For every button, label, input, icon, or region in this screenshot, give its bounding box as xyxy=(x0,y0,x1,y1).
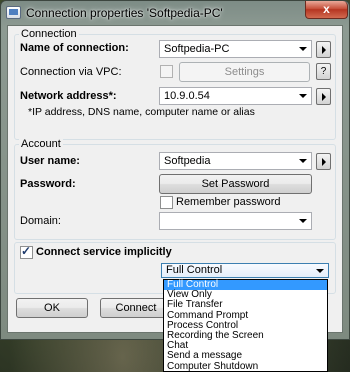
connect-button[interactable]: Connect xyxy=(100,298,172,318)
remember-password-label: Remember password xyxy=(176,196,281,208)
network-address-value: 10.9.0.54 xyxy=(164,90,210,102)
account-group-label: Account xyxy=(19,138,63,150)
vpc-label: Connection via VPC: xyxy=(20,66,122,78)
chevron-down-icon xyxy=(316,269,324,273)
set-password-button[interactable]: Set Password xyxy=(159,174,312,194)
user-name-more-button[interactable] xyxy=(316,153,331,170)
connection-name-value: Softpedia-PC xyxy=(164,43,230,55)
domain-combo[interactable] xyxy=(159,212,312,230)
checkmark-icon: ✓ xyxy=(21,244,32,258)
service-combo[interactable]: Full Control xyxy=(161,263,329,278)
domain-label: Domain: xyxy=(20,215,61,227)
connection-name-more-button[interactable] xyxy=(316,41,331,58)
network-address-hint: *IP address, DNS name, computer name or … xyxy=(28,106,255,118)
connection-name-combo[interactable]: Softpedia-PC xyxy=(159,40,312,58)
chevron-down-icon xyxy=(299,94,307,98)
connect-implicitly-label: Connect service implicitly xyxy=(36,246,172,258)
connect-implicitly-checkbox[interactable]: ✓ xyxy=(20,244,33,259)
network-address-combo[interactable]: 10.9.0.54 xyxy=(159,87,312,105)
help-button[interactable]: ? xyxy=(316,63,331,80)
user-name-combo[interactable]: Softpedia xyxy=(159,152,312,170)
user-name-label: User name: xyxy=(20,155,80,167)
chevron-down-icon xyxy=(299,219,307,223)
service-option-recording-screen[interactable]: Recording the Screen xyxy=(164,330,327,341)
service-option-computer-shutdown[interactable]: Computer Shutdown xyxy=(164,361,327,372)
title-bar[interactable]: Connection properties 'Softpedia-PC' x xyxy=(1,1,349,25)
vpc-settings-button[interactable]: Settings xyxy=(179,62,310,82)
arrow-right-icon xyxy=(322,93,326,101)
network-address-more-button[interactable] xyxy=(316,88,331,105)
ok-button[interactable]: OK xyxy=(16,298,88,318)
service-option-send-message[interactable]: Send a message xyxy=(164,351,327,361)
chevron-down-icon xyxy=(299,159,307,163)
app-icon xyxy=(6,6,21,19)
user-name-value: Softpedia xyxy=(164,155,211,167)
vpc-checkbox[interactable] xyxy=(160,65,173,78)
service-combo-value: Full Control xyxy=(166,264,223,276)
connection-name-label: Name of connection: xyxy=(20,42,129,54)
chevron-down-icon xyxy=(299,47,307,51)
window-title: Connection properties 'Softpedia-PC' xyxy=(26,6,223,20)
connection-group-label: Connection xyxy=(19,28,79,40)
close-button[interactable]: x xyxy=(305,1,348,19)
arrow-right-icon xyxy=(322,158,326,166)
service-dropdown-list[interactable]: Full Control View Only File Transfer Com… xyxy=(163,279,328,372)
arrow-right-icon xyxy=(322,46,326,54)
remember-password-checkbox[interactable] xyxy=(160,196,173,209)
password-label: Password: xyxy=(20,178,76,190)
network-address-label: Network address*: xyxy=(20,90,117,102)
